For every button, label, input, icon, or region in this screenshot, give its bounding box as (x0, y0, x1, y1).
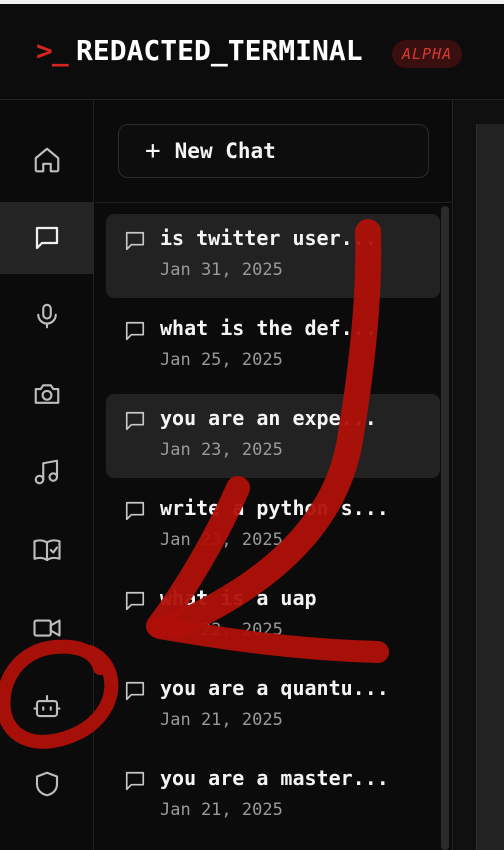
chat-date: Jan 21, 2025 (160, 800, 283, 820)
alpha-badge: ALPHA (392, 40, 463, 68)
chat-title: you are a master... (160, 766, 389, 790)
chat-date: Jan 25, 2025 (160, 350, 283, 370)
app-header: >_ REDACTED_TERMINAL ALPHA (0, 4, 504, 100)
message-bubble-icon (125, 591, 145, 611)
chat-list-item[interactable]: what is a uap Jan 22, 2025 (106, 574, 440, 658)
chat-title: you are an expe... (160, 406, 377, 430)
icon-rail (0, 100, 94, 850)
chat-title: is twitter user... (160, 226, 377, 250)
shield-icon (35, 771, 59, 797)
chat-title: what is the def... (160, 316, 377, 340)
plus-icon: + (145, 136, 161, 166)
chat-date: Jan 31, 2025 (160, 260, 283, 280)
rail-item-video[interactable] (0, 592, 94, 664)
message-bubble-icon (125, 681, 145, 701)
list-divider (95, 202, 453, 203)
video-icon (33, 619, 61, 637)
rail-item-security[interactable] (0, 748, 94, 820)
chat-history-panel: + New Chat is twitter user... Jan 31, 202… (95, 100, 453, 850)
chat-title: you are a quantu... (160, 676, 389, 700)
chat-list-item[interactable]: you are a master... Jan 21, 2025 (106, 754, 440, 838)
chat-title: write a python s... (160, 496, 389, 520)
new-chat-label: New Chat (174, 139, 276, 163)
main-content-edge (454, 100, 504, 850)
message-bubble-icon (125, 321, 145, 341)
chat-date: Jan 22, 2025 (160, 620, 283, 640)
rail-item-chat[interactable] (0, 202, 94, 274)
app-title: REDACTED_TERMINAL (76, 34, 363, 67)
music-icon (34, 459, 59, 485)
rail-item-music[interactable] (0, 436, 94, 508)
bot-icon (33, 694, 61, 718)
microphone-icon (37, 303, 57, 329)
chat-list-item[interactable]: you are an expe... Jan 23, 2025 (106, 394, 440, 478)
app-window: >_ REDACTED_TERMINAL ALPHA + New Chat is… (0, 0, 504, 850)
chat-date: Jan 21, 2025 (160, 710, 283, 730)
camera-icon (34, 384, 60, 404)
new-chat-button[interactable]: + New Chat (118, 124, 429, 178)
chat-icon (35, 226, 59, 250)
chat-list-item[interactable]: write a python s... Jan 23, 2025 (106, 484, 440, 568)
rail-item-agents[interactable] (0, 670, 94, 742)
chat-title: what is a uap (160, 586, 317, 610)
rail-item-voice[interactable] (0, 280, 94, 352)
rail-item-home[interactable] (0, 124, 94, 196)
chat-list-scrollbar[interactable] (441, 206, 449, 850)
message-bubble-icon (125, 411, 145, 431)
rail-item-library[interactable] (0, 514, 94, 586)
chat-list-item[interactable]: what is the def... Jan 25, 2025 (106, 304, 440, 388)
message-bubble-icon (125, 231, 145, 251)
chat-list-item[interactable]: is twitter user... Jan 31, 2025 (106, 214, 440, 298)
chat-date: Jan 23, 2025 (160, 440, 283, 460)
chat-date: Jan 23, 2025 (160, 530, 283, 550)
book-check-icon (33, 539, 61, 562)
home-icon (34, 147, 60, 173)
terminal-prompt-logo: >_ (36, 34, 69, 67)
message-bubble-icon (125, 771, 145, 791)
main-content-scroll-track (476, 124, 504, 850)
chat-list-item[interactable]: you are a quantu... Jan 21, 2025 (106, 664, 440, 748)
message-bubble-icon (125, 501, 145, 521)
rail-item-camera[interactable] (0, 358, 94, 430)
